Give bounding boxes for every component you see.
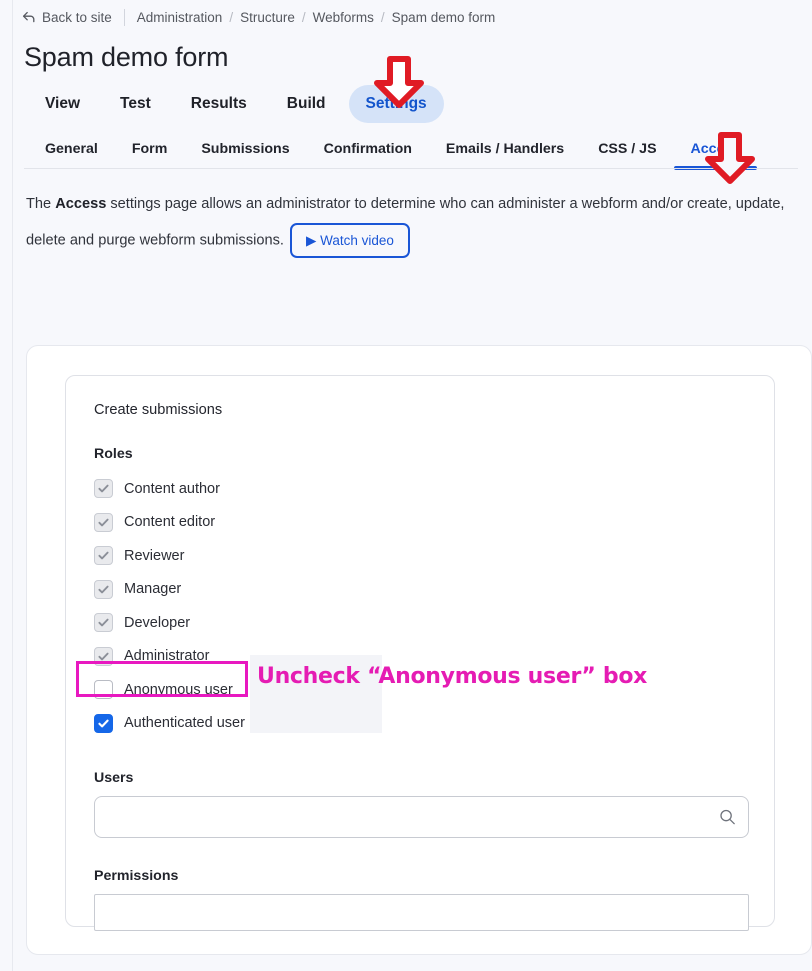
- checkbox-row-authenticated-user[interactable]: Authenticated user: [94, 707, 746, 741]
- checkbox-label: Content editor: [124, 514, 216, 530]
- tab-emails-handlers[interactable]: Emails / Handlers: [429, 142, 581, 169]
- access-settings-card: Create submissions Roles Content author …: [26, 345, 812, 955]
- breadcrumb-separator: /: [301, 9, 306, 25]
- tab-build[interactable]: Build: [270, 85, 343, 123]
- watch-video-button[interactable]: ▶ Watch video: [289, 222, 410, 259]
- page-container: Back to site Administration / Structure …: [14, 0, 812, 971]
- checkbox-row-manager[interactable]: Manager: [94, 573, 746, 607]
- users-input-wrap: [94, 796, 749, 838]
- tab-css-js[interactable]: CSS / JS: [581, 142, 673, 169]
- back-to-site-link[interactable]: Back to site: [22, 10, 124, 25]
- checkbox-row-anonymous-user[interactable]: Anonymous user: [94, 673, 746, 707]
- permissions-label: Permissions: [94, 868, 179, 884]
- checkbox-row-administrator[interactable]: Administrator: [94, 640, 746, 674]
- checkbox-content-editor[interactable]: [94, 512, 113, 532]
- users-field-group: Users: [94, 770, 749, 838]
- left-rail-divider: [0, 0, 13, 971]
- checkbox-row-reviewer[interactable]: Reviewer: [94, 539, 746, 573]
- breadcrumb-separator: /: [229, 9, 234, 25]
- tab-confirmation[interactable]: Confirmation: [307, 142, 429, 169]
- checkbox-row-content-editor[interactable]: Content editor: [94, 506, 746, 540]
- breadcrumb-item-spam-demo-form[interactable]: Spam demo form: [392, 10, 496, 25]
- checkbox-row-content-author[interactable]: Content author: [94, 472, 746, 506]
- back-arrow-icon: [22, 10, 36, 24]
- breadcrumb-item-structure[interactable]: Structure: [240, 10, 295, 25]
- checkbox-authenticated-user[interactable]: [94, 713, 113, 733]
- checkbox-content-author[interactable]: [94, 479, 113, 499]
- checkbox-anonymous-user[interactable]: [94, 680, 113, 700]
- tab-access[interactable]: Access: [673, 142, 758, 171]
- tab-submissions[interactable]: Submissions: [184, 142, 306, 169]
- checkbox-administrator[interactable]: [94, 646, 113, 666]
- checkbox-row-developer[interactable]: Developer: [94, 606, 746, 640]
- roles-label: Roles: [94, 446, 133, 462]
- checkbox-label: Developer: [124, 614, 191, 631]
- tab-view[interactable]: View: [28, 85, 97, 123]
- checkbox-label: Content author: [124, 480, 220, 497]
- breadcrumb-item-administration[interactable]: Administration: [137, 10, 223, 25]
- tab-results[interactable]: Results: [174, 85, 264, 123]
- permissions-field-group: Permissions: [94, 868, 749, 931]
- breadcrumb: Back to site Administration / Structure …: [14, 0, 812, 34]
- checkbox-label: Administrator: [124, 648, 210, 664]
- tab-test[interactable]: Test: [103, 85, 168, 123]
- breadcrumb-separator: /: [380, 9, 385, 25]
- tab-form[interactable]: Form: [115, 142, 184, 169]
- permissions-input[interactable]: [94, 894, 749, 931]
- roles-checkbox-list: Content author Content editor Reviewer M…: [94, 472, 746, 740]
- users-label: Users: [94, 770, 134, 786]
- breadcrumb-divider: [123, 8, 125, 26]
- checkbox-label: Reviewer: [124, 547, 185, 564]
- description-part-1: The: [26, 196, 56, 212]
- back-to-site-label: Back to site: [42, 9, 112, 25]
- checkbox-label: Anonymous user: [124, 681, 233, 698]
- page-title: Spam demo form: [24, 42, 229, 72]
- users-input[interactable]: [94, 796, 749, 838]
- section-title-create-submissions: Create submissions: [94, 402, 223, 418]
- checkbox-developer[interactable]: [94, 613, 113, 633]
- checkbox-reviewer[interactable]: [94, 546, 113, 566]
- checkbox-manager[interactable]: [94, 579, 113, 599]
- breadcrumb-item-webforms[interactable]: Webforms: [313, 10, 374, 25]
- tab-settings[interactable]: Settings: [348, 85, 444, 123]
- access-description: The Access settings page allows an admin…: [14, 169, 812, 259]
- secondary-tab-rule: [24, 168, 798, 169]
- description-strong: Access: [55, 196, 107, 212]
- primary-tab-bar: View Test Results Build Settings: [14, 73, 812, 123]
- checkbox-label: Authenticated user: [124, 715, 245, 731]
- secondary-tab-bar: General Form Submissions Confirmation Em…: [14, 119, 812, 171]
- checkbox-label: Manager: [124, 581, 182, 597]
- create-submissions-panel: Create submissions Roles Content author …: [65, 375, 775, 931]
- tab-general[interactable]: General: [28, 142, 115, 169]
